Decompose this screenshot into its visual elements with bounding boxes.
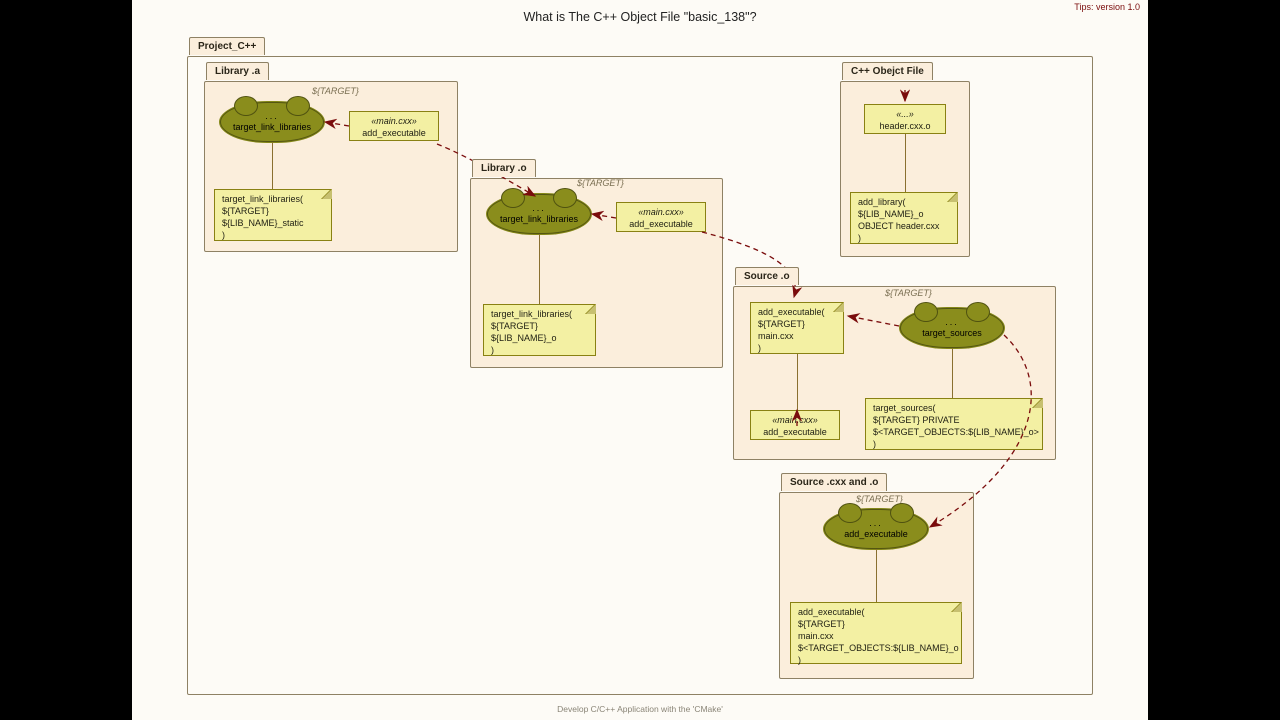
lib-a-stem xyxy=(272,142,273,189)
project-tab: Project_C++ xyxy=(189,37,265,55)
lib-a-tab: Library .a xyxy=(206,62,269,80)
src-o-stem-r xyxy=(952,348,953,398)
lib-a-target: ${TARGET} xyxy=(312,86,359,96)
lib-o-note: target_link_libraries( ${TARGET} ${LIB_N… xyxy=(483,304,596,356)
src-cxx-tab: Source .cxx and .o xyxy=(781,473,887,491)
lib-a-note: target_link_libraries( ${TARGET} ${LIB_N… xyxy=(214,189,332,241)
src-o-stem-l xyxy=(797,354,798,410)
page-footer: Develop C/C++ Application with the 'CMak… xyxy=(132,704,1148,714)
lib-o-cloud: ...target_link_libraries xyxy=(487,194,591,234)
page-title: What is The C++ Object File "basic_138"? xyxy=(132,10,1148,24)
src-o-exec-note: add_executable( ${TARGET} main.cxx ) xyxy=(750,302,844,354)
lib-o-exec-card: «main.cxx»add_executable xyxy=(616,202,706,232)
obj-note: add_library( ${LIB_NAME}_o OBJECT header… xyxy=(850,192,958,244)
src-cxx-stem xyxy=(876,549,877,602)
lib-o-stem xyxy=(539,234,540,304)
src-o-target: ${TARGET} xyxy=(885,288,932,298)
obj-tab: C++ Obejct File xyxy=(842,62,933,80)
lib-a-cloud: ...target_link_libraries xyxy=(220,102,324,142)
src-o-tab: Source .o xyxy=(735,267,799,285)
diagram-page: Tips: version 1.0 What is The C++ Object… xyxy=(132,0,1148,720)
lib-o-tab: Library .o xyxy=(472,159,536,177)
src-cxx-note: add_executable( ${TARGET} main.cxx $<TAR… xyxy=(790,602,962,664)
obj-header-card: «...»header.cxx.o xyxy=(864,104,946,134)
src-cxx-cloud: ...add_executable xyxy=(824,509,928,549)
obj-stem xyxy=(905,134,906,192)
src-o-exec-card: «main.cxx»add_executable xyxy=(750,410,840,440)
lib-a-exec-card: «main.cxx»add_executable xyxy=(349,111,439,141)
lib-o-target: ${TARGET} xyxy=(577,178,624,188)
src-o-cloud: ...target_sources xyxy=(900,308,1004,348)
src-o-src-note: target_sources( ${TARGET} PRIVATE $<TARG… xyxy=(865,398,1043,450)
src-cxx-target: ${TARGET} xyxy=(856,494,903,504)
